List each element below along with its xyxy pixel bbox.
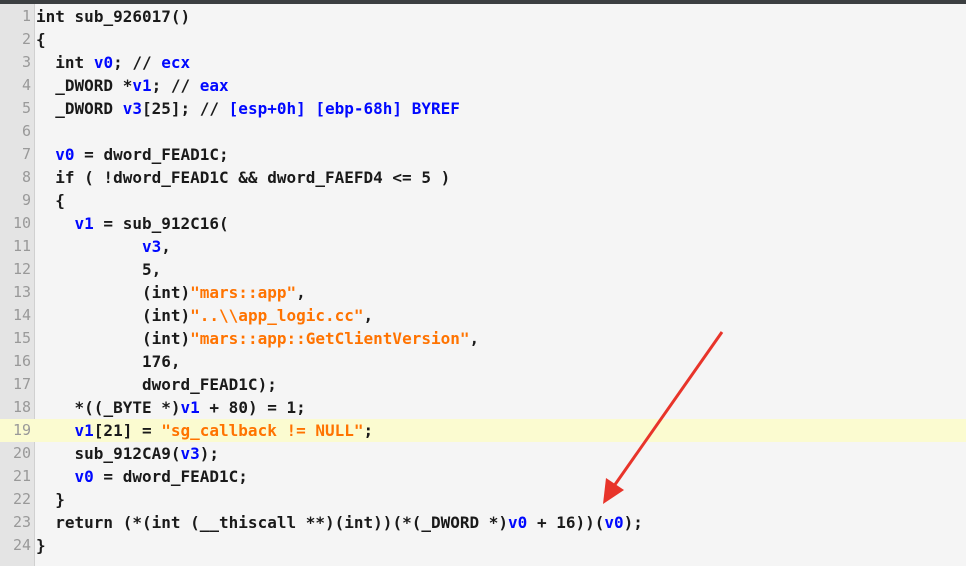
arrow-head (603, 478, 624, 504)
arrow-shaft (612, 331, 724, 487)
red-arrow-annotation (603, 331, 724, 504)
pseudocode-editor[interactable]: 1 int sub_926017() 2{3 int v0; // ecx 4 _DW… (0, 4, 966, 566)
